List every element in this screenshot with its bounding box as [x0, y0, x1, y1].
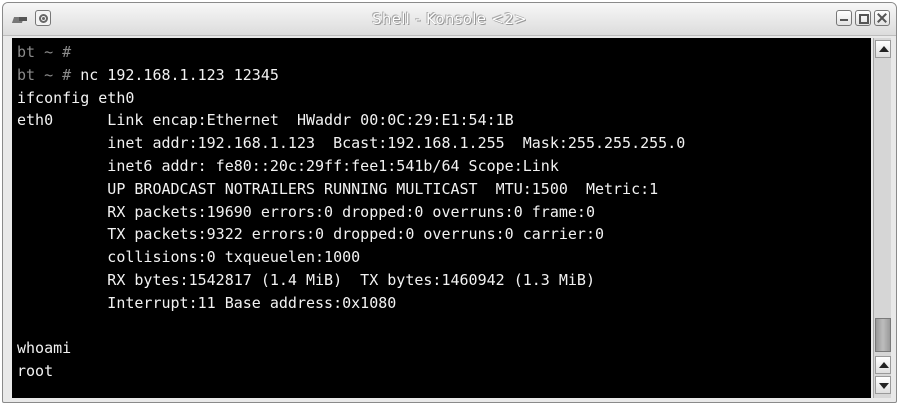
terminal-line: RX bytes:1542817 (1.4 MiB) TX bytes:1460… [17, 269, 871, 292]
scroll-up-button[interactable] [875, 40, 891, 58]
minimize-icon[interactable] [836, 10, 852, 26]
terminal-line-text: TX packets:9322 errors:0 dropped:0 overr… [17, 225, 604, 244]
terminal-line: Interrupt:11 Base address:0x1080 [17, 292, 871, 315]
terminal-line-text: UP BROADCAST NOTRAILERS RUNNING MULTICAS… [17, 179, 659, 198]
terminal-line-text: RX bytes:1542817 (1.4 MiB) TX bytes:1460… [17, 270, 595, 289]
terminal-line: RX packets:19690 errors:0 dropped:0 over… [17, 201, 871, 224]
terminal-area[interactable]: bt ~ # bt ~ # nc 192.168.1.123 12345 ifcon… [12, 38, 871, 398]
terminal-line-text: RX packets:19690 errors:0 dropped:0 over… [17, 202, 595, 221]
terminal-line: eth0 Link encap:Ethernet HWaddr 00:0C:29… [17, 109, 871, 132]
terminal-line: inet6 addr: fe80::20c:29ff:fee1:541b/64 … [17, 155, 871, 178]
terminal-line-text: nc 192.168.1.123 12345 [71, 65, 279, 84]
terminal-line-text: inet6 addr: fe80::20c:29ff:fee1:541b/64 … [17, 156, 559, 175]
arrow-up-icon [879, 46, 889, 52]
konsole-window: Shell - Konsole <2> bt ~ # bt ~ # nc 192.… [2, 2, 897, 403]
scrollbar-thumb[interactable] [875, 318, 891, 352]
terminal-line: whoami [17, 337, 871, 360]
terminal-line-text: whoami [17, 339, 72, 358]
window-controls [836, 10, 890, 26]
terminal-line-text: ifconfig eth0 [17, 88, 135, 107]
terminal-line: TX packets:9322 errors:0 dropped:0 overr… [17, 223, 871, 246]
terminal-line: UP BROADCAST NOTRAILERS RUNNING MULTICAS… [17, 178, 871, 201]
scroll-down-button[interactable] [875, 376, 891, 394]
terminal-line: bt ~ # nc 192.168.1.123 12345 [17, 64, 871, 87]
arrow-up-icon [879, 362, 889, 368]
terminal-line-text: Interrupt:11 Base address:0x1080 [17, 293, 397, 312]
shell-prompt: bt ~ # [17, 65, 72, 84]
terminal-line-text: inet addr:192.168.1.123 Bcast:192.168.1.… [17, 134, 686, 153]
terminal-line-text: collisions:0 txqueuelen:1000 [17, 248, 361, 267]
window-title: Shell - Konsole <2> [372, 10, 527, 28]
terminal-line: inet addr:192.168.1.123 Bcast:192.168.1.… [17, 132, 871, 155]
terminal-output: bt ~ # bt ~ # nc 192.168.1.123 12345 ifcon… [12, 38, 871, 383]
title-bar[interactable]: Shell - Konsole <2> [3, 3, 896, 36]
scroll-up-button-bottom[interactable] [875, 356, 891, 374]
terminal-line-text: eth0 Link encap:Ethernet HWaddr 00:0C:29… [17, 111, 514, 130]
terminal-line: bt ~ # [17, 41, 871, 64]
terminal-line-text: root [17, 362, 54, 381]
terminal-scrollbar[interactable] [873, 38, 891, 398]
terminal-line: collisions:0 txqueuelen:1000 [17, 246, 871, 269]
shell-prompt: bt ~ # [17, 43, 72, 61]
arrow-down-icon [879, 383, 889, 389]
maximize-icon[interactable] [855, 10, 871, 26]
close-icon[interactable] [874, 10, 890, 26]
terminal-line: ifconfig eth0 [17, 87, 871, 110]
terminal-line: root [17, 360, 871, 383]
